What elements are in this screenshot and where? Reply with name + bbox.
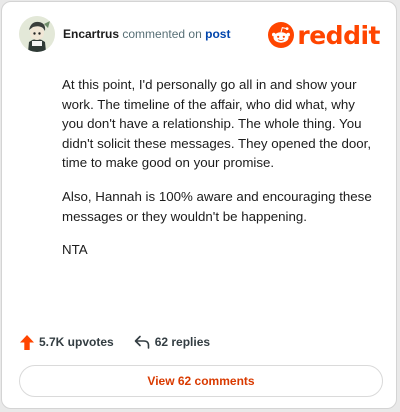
byline: Encartrus commented on post [63, 27, 230, 41]
upvote-count: 5.7K upvotes [39, 335, 114, 349]
reddit-wordmark: reddit [297, 20, 380, 50]
reddit-logo[interactable]: reddit [268, 18, 380, 52]
view-comments-button[interactable]: View 62 comments [19, 365, 383, 397]
action-text: commented on [122, 27, 202, 41]
post-link[interactable]: post [205, 27, 230, 41]
comment-header: Encartrus commented on post reddit [19, 16, 380, 54]
comment-paragraph: NTA [62, 242, 88, 258]
username-link[interactable]: Encartrus [63, 27, 119, 41]
reply-arrow-icon [134, 335, 150, 349]
comment-paragraph: At this point, I'd personally go all in … [62, 77, 372, 171]
reddit-alien-icon [268, 22, 295, 48]
upvote-button[interactable]: 5.7K upvotes [20, 334, 114, 350]
comment-actions: 5.7K upvotes 62 replies [20, 332, 210, 352]
comment-paragraph: Also, Hannah is 100% aware and encouragi… [62, 188, 372, 224]
reply-count: 62 replies [154, 335, 211, 349]
replies-button[interactable]: 62 replies [134, 335, 210, 349]
avatar[interactable] [19, 16, 55, 52]
comment-body: At this point, I'd personally go all in … [62, 75, 380, 274]
comment-card: Encartrus commented on post reddit At th… [1, 1, 397, 409]
upvote-arrow-icon [20, 334, 34, 350]
